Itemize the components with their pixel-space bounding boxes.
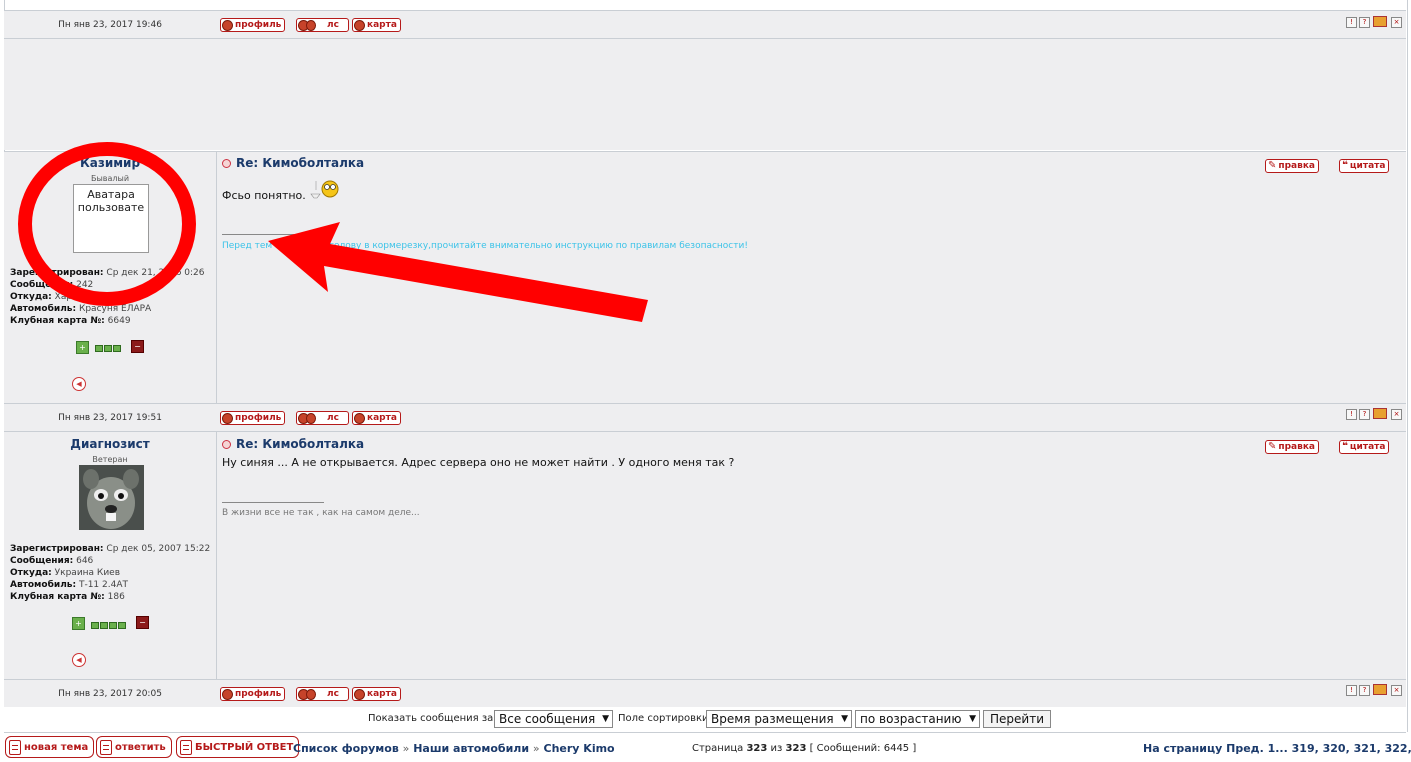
post-date: Пн янв 23, 2017 19:46 xyxy=(58,20,162,30)
speaker-icon[interactable]: ◀ xyxy=(72,653,86,667)
close-icon[interactable]: × xyxy=(1391,685,1402,696)
breadcrumb-cars[interactable]: Наши автомобили xyxy=(413,742,529,755)
thumbs-up-icon[interactable]: + xyxy=(72,617,85,630)
post2-signature: В жизни все не так , как на самом деле..… xyxy=(222,508,420,518)
quote-icon: ❝ xyxy=(1342,441,1348,452)
page-link[interactable]: 320 xyxy=(1323,742,1346,755)
thumbs-down-icon[interactable]: − xyxy=(136,616,149,629)
post2-avatar xyxy=(79,465,144,530)
signature-divider xyxy=(222,502,324,503)
reply-button[interactable]: ответить xyxy=(96,736,172,758)
pm-button[interactable]: лс xyxy=(296,687,349,701)
post1-message: Фсьо понятно. xyxy=(222,189,306,202)
post2-title[interactable]: Re: Кимоболталка xyxy=(222,437,364,451)
document-icon xyxy=(180,739,192,755)
post1-title[interactable]: Re: Кимоболталка xyxy=(222,156,364,170)
map-button[interactable]: карта xyxy=(352,18,401,32)
breadcrumb-model[interactable]: Chery Kimo xyxy=(544,742,615,755)
quote-icon: ❝ xyxy=(1342,160,1348,171)
new-topic-button[interactable]: новая тема xyxy=(5,736,95,758)
smiley-icon xyxy=(310,180,339,199)
post1-signature: Перед тем как сунуть голову в кормерезку… xyxy=(222,241,748,251)
post1-body-panel xyxy=(217,151,1406,403)
report-icon[interactable]: ! xyxy=(1346,409,1357,420)
pagination: На страницу Пред. 1... 319, 320, 321, 32… xyxy=(1143,742,1411,755)
post2-author-name[interactable]: Диагнозист xyxy=(4,437,216,451)
users-icon xyxy=(298,412,316,424)
close-icon[interactable]: × xyxy=(1391,17,1402,28)
post2-author-rank: Ветеран xyxy=(92,455,128,464)
page-link[interactable]: 322 xyxy=(1385,742,1408,755)
go-button[interactable]: Перейти xyxy=(983,710,1051,728)
post-date: Пн янв 23, 2017 20:05 xyxy=(58,689,162,699)
user-icon xyxy=(222,412,233,424)
speaker-icon[interactable]: ◀ xyxy=(72,377,86,391)
post1-avatar: Аватара пользовате xyxy=(73,184,149,253)
help-icon[interactable]: ? xyxy=(1359,409,1370,420)
edit-button[interactable]: ✎ правка xyxy=(1265,440,1320,454)
pencil-icon: ✎ xyxy=(1268,160,1277,171)
users-icon xyxy=(298,19,316,31)
chevron-down-icon: ▼ xyxy=(841,714,848,724)
help-icon[interactable]: ? xyxy=(1359,685,1370,696)
page-link[interactable]: 319 xyxy=(1292,742,1315,755)
show-select[interactable]: Все сообщения ▼ xyxy=(494,710,613,728)
chevron-down-icon: ▼ xyxy=(602,714,609,724)
breadcrumb: Список форумов » Наши автомобили » Chery… xyxy=(293,742,615,755)
quote-button[interactable]: ❝ цитата xyxy=(1339,159,1390,173)
sort-select[interactable]: Время размещения ▼ xyxy=(706,710,852,728)
page-info: Страница 323 из 323 [ Сообщений: 6445 ] xyxy=(692,743,917,754)
post2-author-info: Зарегистрирован: Ср дек 05, 2007 15:22 С… xyxy=(10,544,211,602)
user-icon xyxy=(222,19,233,31)
reputation-bar xyxy=(91,622,126,629)
profile-button[interactable]: профиль xyxy=(220,411,286,425)
divider xyxy=(4,151,1406,152)
pm-button[interactable]: лс xyxy=(296,18,349,32)
post1-author-info: Зарегистрирован: Ср дек 21, 2016 0:26 Со… xyxy=(10,268,205,326)
breadcrumb-forums[interactable]: Список форумов xyxy=(293,742,399,755)
show-label: Показать сообщения за: xyxy=(368,713,497,724)
help-icon[interactable]: ? xyxy=(1359,17,1370,28)
profile-button[interactable]: профиль xyxy=(220,18,286,32)
post-icon xyxy=(222,440,231,449)
close-icon[interactable]: × xyxy=(1391,409,1402,420)
signature-divider xyxy=(222,234,324,235)
map-button[interactable]: карта xyxy=(352,411,401,425)
reputation-bar xyxy=(95,345,121,352)
order-select[interactable]: по возрастанию ▼ xyxy=(855,710,980,728)
post-date: Пн янв 23, 2017 19:51 xyxy=(58,413,162,423)
thumbs-up-icon[interactable]: + xyxy=(76,341,89,354)
user-icon xyxy=(354,688,365,700)
report-icon[interactable]: ! xyxy=(1346,685,1357,696)
post2-body-panel xyxy=(217,432,1406,679)
user-icon xyxy=(354,412,365,424)
user-icon xyxy=(222,688,233,700)
map-button[interactable]: карта xyxy=(352,687,401,701)
warn-card-icon[interactable] xyxy=(1373,684,1387,695)
post-icon xyxy=(222,159,231,168)
post1-author-name[interactable]: Казимир xyxy=(4,156,216,170)
document-icon xyxy=(100,739,112,755)
post1-author-rank: Бывалый xyxy=(90,174,130,183)
report-icon[interactable]: ! xyxy=(1346,17,1357,28)
chevron-down-icon: ▼ xyxy=(969,714,976,724)
thumbs-down-icon[interactable]: − xyxy=(131,340,144,353)
pm-button[interactable]: лс xyxy=(296,411,349,425)
page-link[interactable]: 321 xyxy=(1354,742,1377,755)
user-icon xyxy=(354,19,365,31)
edit-button[interactable]: ✎ правка xyxy=(1265,159,1320,173)
pencil-icon: ✎ xyxy=(1268,441,1277,452)
quote-button[interactable]: ❝ цитата xyxy=(1339,440,1390,454)
profile-button[interactable]: профиль xyxy=(220,687,286,701)
prev-page-link[interactable]: Пред. xyxy=(1226,742,1264,755)
warn-card-icon[interactable] xyxy=(1373,408,1387,419)
sort-label: Поле сортировки xyxy=(618,713,709,724)
warn-card-icon[interactable] xyxy=(1373,16,1387,27)
post2-message: Ну синяя ... А не открывается. Адрес сер… xyxy=(222,456,735,469)
document-icon xyxy=(9,739,21,755)
users-icon xyxy=(298,688,316,700)
quick-reply-button[interactable]: БЫСТРЫЙ ОТВЕТ xyxy=(176,736,300,758)
empty-area xyxy=(4,39,1406,150)
